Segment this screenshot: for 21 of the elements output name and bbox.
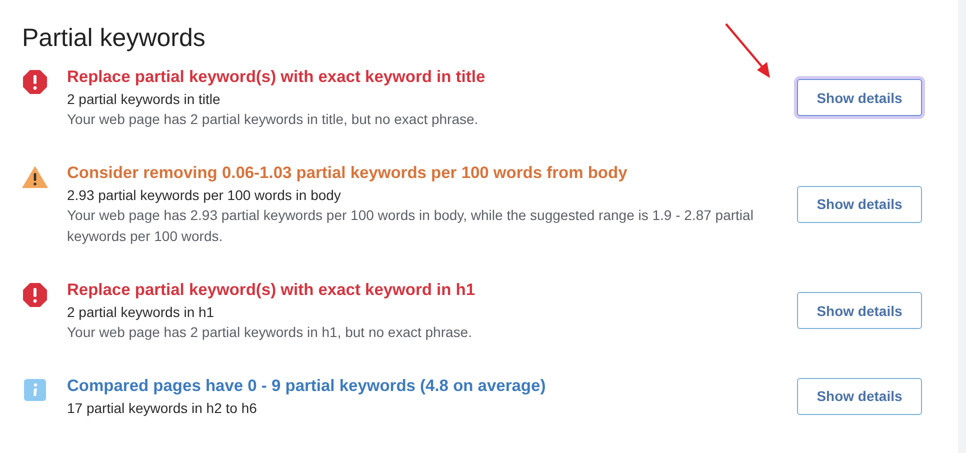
error-icon: [23, 70, 47, 94]
info-icon: [24, 379, 46, 401]
show-details-button[interactable]: Show details: [797, 292, 922, 329]
issue-title: Consider removing 0.06-1.03 partial keywords per 100 words from body: [67, 163, 628, 184]
issue-title: Replace partial keyword(s) with exact keyword in title: [67, 67, 486, 88]
warning-icon: [22, 166, 48, 188]
issue-title: Compared pages have 0 - 9 partial keywords (4.8 on average): [67, 376, 547, 397]
issue-summary: 2 partial keywords in h1: [67, 303, 216, 322]
issue-description: Your web page has 2 partial keywords in h1, but no exact phrase.: [67, 323, 473, 342]
issue-summary: 17 partial keywords in h2 to h6: [67, 399, 258, 418]
error-icon: [23, 283, 47, 307]
issue-summary: 2.93 partial keywords per 100 words in body: [67, 186, 342, 205]
show-details-button[interactable]: Show details: [797, 79, 922, 116]
issue-description: Your web page has 2 partial keywords in title, but no exact phrase.: [67, 110, 480, 129]
annotation-arrow: [725, 23, 770, 78]
issue-title: Replace partial keyword(s) with exact keyword in h1: [67, 280, 476, 301]
show-details-button[interactable]: Show details: [797, 378, 922, 414]
issue-description: Your web page has 2.93 partial keywords per 100 words in body, while the suggested range is 1.9 - 2.87 partial keywords per 100 words.: [67, 206, 754, 246]
show-details-button[interactable]: Show details: [797, 186, 922, 222]
section-heading: Partial keywords: [22, 24, 206, 53]
issue-summary: 2 partial keywords in title: [67, 90, 222, 109]
